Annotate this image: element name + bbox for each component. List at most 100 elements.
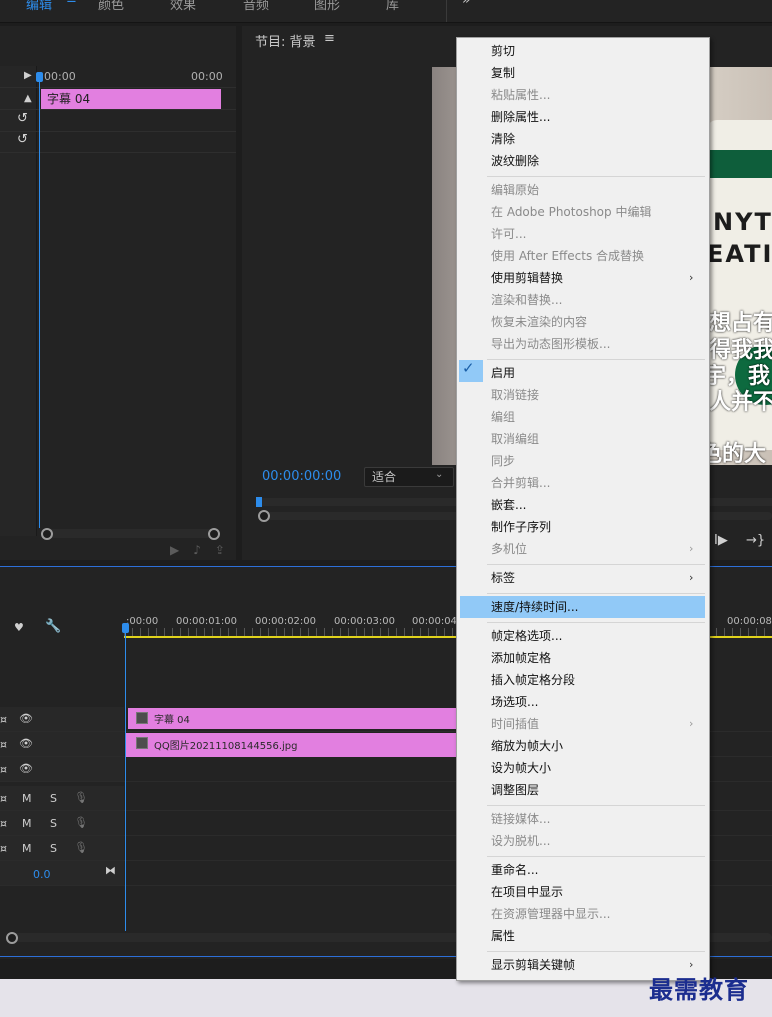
menu-item-rename[interactable]: 重命名... [457,859,709,881]
scroll-handle-right[interactable] [208,528,220,540]
workspace-tab-color[interactable]: 颜色 [98,0,124,13]
menu-item-scale-to-frame-size[interactable]: 缩放为帧大小 [457,735,709,757]
mute-button[interactable]: M [22,817,32,830]
panel-menu-icon[interactable]: ≡ [324,31,335,46]
effect-controls-playhead[interactable] [39,74,40,528]
menu-item-copy[interactable]: 复制 [457,62,709,84]
microphone-icon[interactable]: 🎙 [74,791,88,804]
solo-button[interactable]: S [50,817,57,830]
eye-icon[interactable]: 👁 [19,737,33,750]
timeline-clip[interactable]: 字幕 04 [128,708,458,729]
menu-item-time-interpolation[interactable]: 时间插值 › [457,713,709,735]
mute-button[interactable]: M [22,842,32,855]
sync-lock-icon[interactable]: ¤ [0,842,7,855]
sync-lock-icon[interactable]: ¤ [0,738,7,751]
menu-item-insert-frame-hold-segment[interactable]: 插入帧定格分段 [457,669,709,691]
menu-item-render-and-replace[interactable]: 渲染和替换... [457,289,709,311]
scroll-handle-left[interactable] [258,510,270,522]
effect-row: ↺ [0,110,236,132]
menu-item-export-motion-graphics-template[interactable]: 导出为动态图形模板... [457,333,709,355]
timeline-playhead[interactable] [125,626,126,931]
wrench-icon[interactable]: 🔧 [45,619,61,634]
zoom-fit-value[interactable]: 适合 [372,468,396,485]
menu-item-make-offline[interactable]: 设为脱机... [457,830,709,852]
menu-item-properties[interactable]: 属性 [457,925,709,947]
master-volume-value[interactable]: 0.0 [33,868,51,881]
reset-icon[interactable]: ↺ [17,111,28,126]
sync-lock-icon[interactable]: ¤ [0,817,7,830]
menu-item-restore-unrendered[interactable]: 恢复未渲染的内容 [457,311,709,333]
menu-item-replace-with-after-effects[interactable]: 使用 After Effects 合成替换 [457,245,709,267]
menu-item-replace-with-clip[interactable]: 使用剪辑替换 › [457,267,709,289]
workspace-divider [446,0,447,22]
microphone-icon[interactable]: 🎙 [74,841,88,854]
workspace-more-icon[interactable]: » [462,0,471,8]
menu-separator [487,951,705,952]
reset-icon[interactable]: ↺ [17,132,28,147]
menu-item-ripple-delete[interactable]: 波纹删除 [457,150,709,172]
menu-item-merge-clips[interactable]: 合并剪辑... [457,472,709,494]
menu-item-ungroup[interactable]: 取消编组 [457,428,709,450]
menu-item-frame-hold-options[interactable]: 帧定格选项... [457,625,709,647]
workspace-tab-edit[interactable]: 编辑 [26,0,52,13]
mute-button[interactable]: M [22,792,32,805]
effect-controls-time-end: 00:00 [191,70,223,83]
chevron-down-icon[interactable]: ⌄ [435,469,443,480]
timeline-playhead-handle[interactable] [122,623,129,633]
video-cup-text: NYT [713,208,772,236]
menu-item-speed-duration[interactable]: 速度/持续时间... [460,596,705,618]
menu-item-multi-camera[interactable]: 多机位 › [457,538,709,560]
effect-controls-playhead-handle[interactable] [36,72,43,82]
timeline-clip[interactable]: QQ图片20211108144556.jpg [126,733,458,757]
menu-item-field-options[interactable]: 场选项... [457,691,709,713]
program-playhead[interactable] [256,497,262,507]
sync-lock-icon[interactable]: ¤ [0,763,7,776]
collapse-up-icon[interactable]: ▲ [24,93,32,104]
menu-item-set-to-frame-size[interactable]: 设为帧大小 [457,757,709,779]
marker-icon[interactable]: ♥ [14,621,24,634]
menu-item-make-subsequence[interactable]: 制作子序列 [457,516,709,538]
menu-item-nest[interactable]: 嵌套... [457,494,709,516]
workspace-tab-effects[interactable]: 效果 [170,0,196,13]
workspace-tab-graphics[interactable]: 图形 [314,0,340,13]
effect-controls-footer-icons[interactable]: ▶♪⇪ [170,543,239,557]
solo-button[interactable]: S [50,842,57,855]
menu-item-unlink[interactable]: 取消链接 [457,384,709,406]
menu-item-license[interactable]: 许可... [457,223,709,245]
menu-item-cut[interactable]: 剪切 [457,40,709,62]
scroll-handle-left[interactable] [6,932,18,944]
menu-item-paste-attributes[interactable]: 粘贴属性... [457,84,709,106]
solo-button[interactable]: S [50,792,57,805]
effect-controls-scrollbar[interactable] [41,528,220,540]
menu-item-synchronize[interactable]: 同步 [457,450,709,472]
track-header: ¤ M S 🎙 [0,811,124,835]
program-monitor-title[interactable]: 节目: 背景 [255,31,316,50]
menu-item-add-frame-hold[interactable]: 添加帧定格 [457,647,709,669]
menu-item-link-media[interactable]: 链接媒体... [457,808,709,830]
microphone-icon[interactable]: 🎙 [74,816,88,829]
sync-lock-icon[interactable]: ¤ [0,792,7,805]
menu-item-reveal-in-explorer[interactable]: 在资源管理器中显示... [457,903,709,925]
program-timecode[interactable]: 00:00:00:00 [262,469,341,484]
go-to-out-icon[interactable]: →} [746,533,765,548]
menu-item-edit-in-photoshop[interactable]: 在 Adobe Photoshop 中编辑 [457,201,709,223]
menu-item-enable[interactable]: 启用 [457,362,709,384]
menu-item-remove-attributes[interactable]: 删除属性... [457,106,709,128]
workspace-menu-icon[interactable]: ≡ [66,0,77,7]
menu-item-label[interactable]: 标签 › [457,567,709,589]
menu-item-edit-original[interactable]: 编辑原始 [457,179,709,201]
eye-icon[interactable]: 👁 [19,762,33,775]
sync-lock-icon[interactable]: ¤ [0,713,7,726]
go-to-edit-icon[interactable]: ⧓ [105,864,116,877]
expand-right-icon[interactable]: ▶ [24,70,32,81]
step-forward-icon[interactable]: I▶ [714,533,728,548]
menu-item-group[interactable]: 编组 [457,406,709,428]
workspace-tab-libraries[interactable]: 库 [386,0,399,13]
scroll-handle-left[interactable] [41,528,53,540]
effect-controls-clip[interactable]: 字幕 04 [41,89,221,109]
eye-icon[interactable]: 👁 [19,712,33,725]
menu-item-reveal-in-project[interactable]: 在项目中显示 [457,881,709,903]
menu-item-clear[interactable]: 清除 [457,128,709,150]
menu-item-adjustment-layer[interactable]: 调整图层 [457,779,709,801]
workspace-tab-audio[interactable]: 音频 [243,0,269,13]
